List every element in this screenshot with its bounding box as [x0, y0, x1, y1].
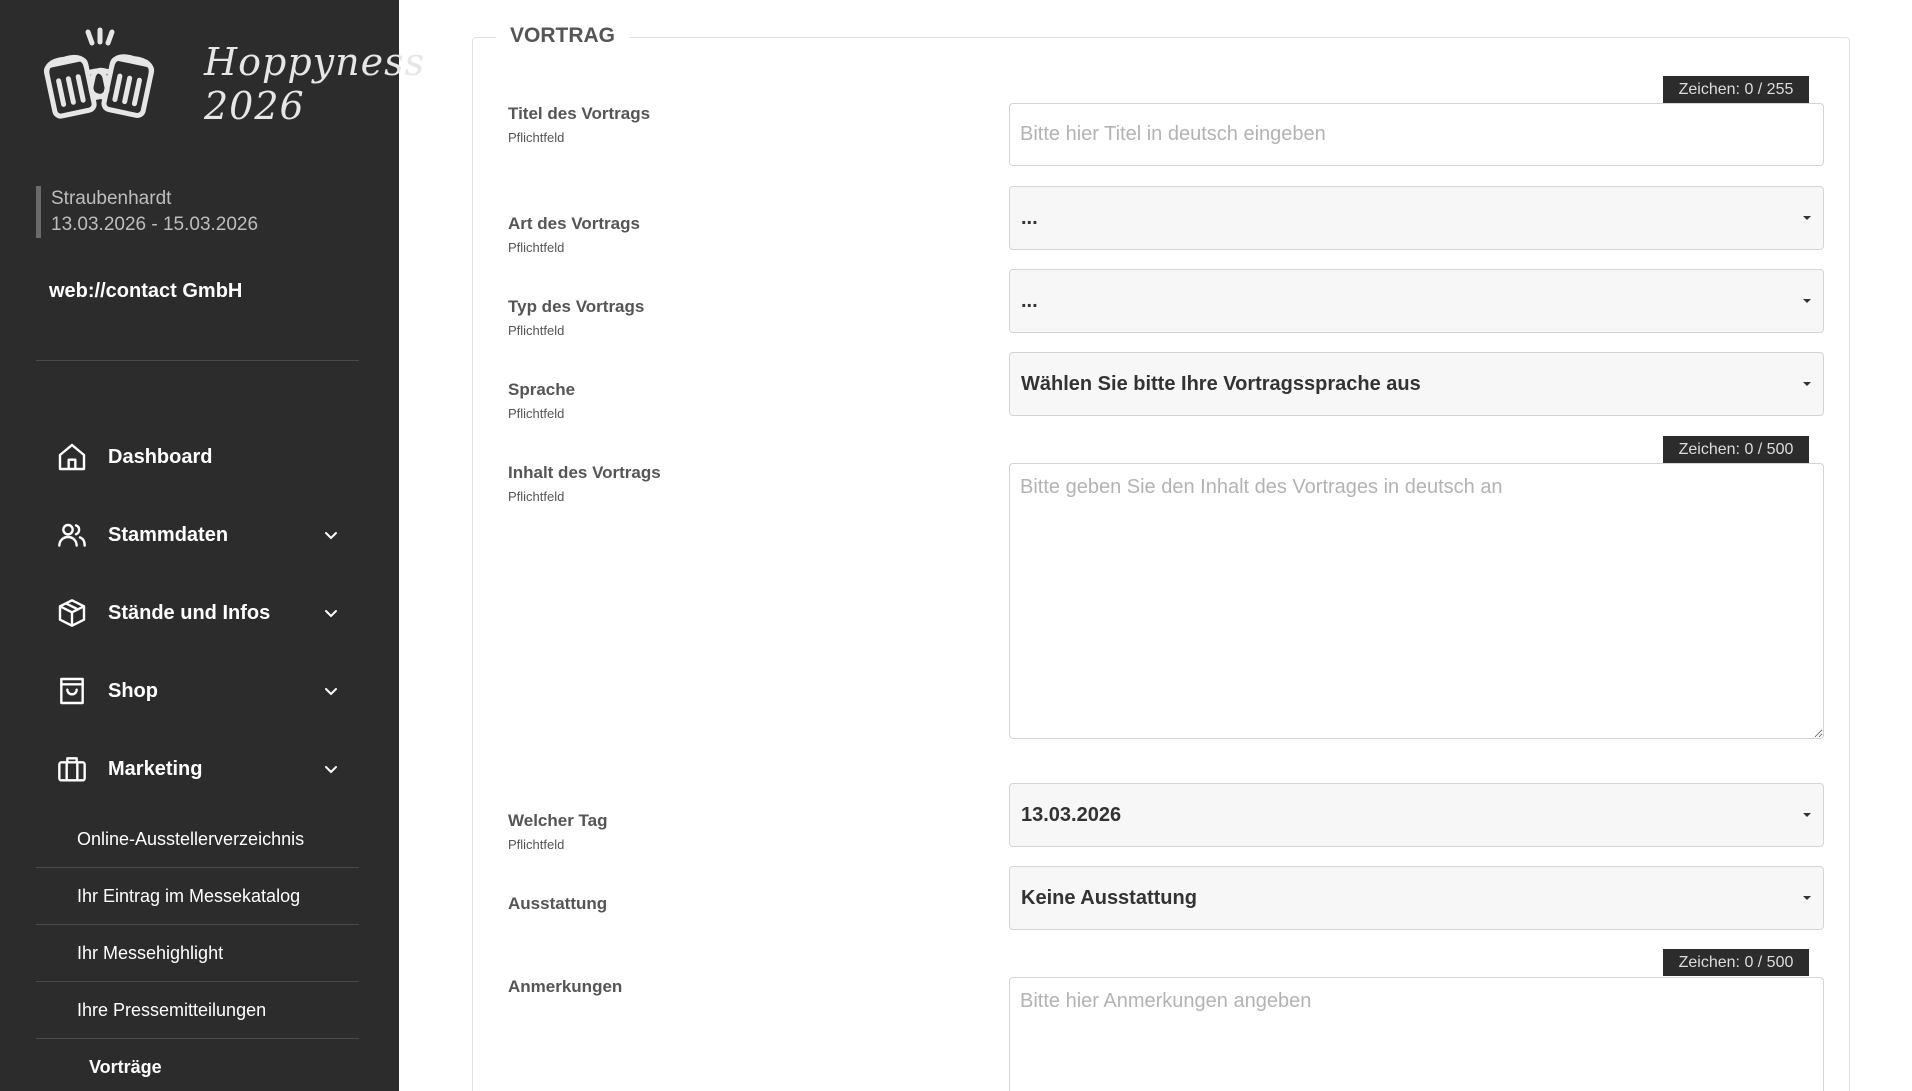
nav-label: Shop [108, 679, 158, 702]
sprache-select-value: Wählen Sie bitte Ihre Vortragssprache au… [1021, 372, 1421, 395]
nav-label: Stammdaten [108, 523, 229, 546]
ausstattung-select[interactable]: Keine Ausstattung [1009, 866, 1824, 930]
box-icon [54, 595, 90, 631]
users-icon [54, 517, 90, 553]
title-label: Titel des Vortrags [508, 104, 651, 123]
beer-mugs-icon [43, 27, 155, 119]
event-city: Straubenhardt [51, 188, 172, 209]
logo-text-line2: 2026 [204, 84, 305, 128]
art-select-value: ... [1021, 206, 1038, 229]
ausstattung-label: Ausstattung [508, 894, 608, 913]
chevron-down-icon [325, 688, 337, 696]
caret-down-icon [1803, 896, 1811, 900]
company-name: web://contact GmbH [49, 280, 243, 302]
app-logo[interactable]: Hoppyness 2026 [38, 26, 424, 128]
caret-down-icon [1803, 813, 1811, 817]
sub-item-vortraege[interactable]: Vorträge [36, 1040, 359, 1091]
required-hint: Pflichtfeld [508, 406, 565, 421]
caret-down-icon [1803, 382, 1811, 386]
caret-down-icon [1803, 216, 1811, 220]
art-label: Art des Vortrags [508, 214, 640, 233]
sub-item-label: Ihr Eintrag im Messekatalog [77, 886, 301, 906]
nav-label: Dashboard [108, 445, 213, 468]
tag-select[interactable]: 13.03.2026 [1009, 783, 1824, 847]
sub-item-label: Vorträge [89, 1057, 162, 1077]
title-input[interactable] [1009, 103, 1824, 166]
inhalt-label: Inhalt des Vortrags [508, 463, 661, 482]
chevron-down-icon [325, 532, 337, 540]
nav-label: Stände und Infos [108, 601, 271, 624]
art-select[interactable]: ... [1009, 186, 1824, 250]
nav-item-stammdaten[interactable]: Stammdaten [36, 510, 359, 560]
sidebar-divider [36, 360, 359, 361]
typ-select[interactable]: ... [1009, 269, 1824, 333]
sub-item-label: Online-Ausstellerverzeichnis [77, 829, 305, 849]
anmerkungen-label: Anmerkungen [508, 977, 623, 996]
nav-item-marketing[interactable]: Marketing [36, 744, 359, 794]
logo-text: Hoppyness 2026 [204, 40, 425, 128]
sub-item-pressemitteilungen[interactable]: Ihre Pressemitteilungen [36, 983, 359, 1039]
sprache-label: Sprache [508, 380, 576, 399]
typ-label: Typ des Vortrags [508, 297, 645, 316]
sidebar: Hoppyness 2026 Straubenhardt 13.03.2026 … [0, 0, 424, 1091]
anmerkungen-char-counter: Zeichen: 0 / 500 [1663, 949, 1809, 976]
typ-select-value: ... [1021, 289, 1038, 312]
inhalt-textarea[interactable] [1009, 463, 1824, 739]
briefcase-icon [54, 751, 90, 787]
sub-item-messehighlight[interactable]: Ihr Messehighlight [36, 926, 359, 982]
sub-item-label: Ihre Pressemitteilungen [77, 1000, 267, 1020]
sub-item-label: Ihr Messehighlight [77, 943, 224, 963]
required-hint: Pflichtfeld [508, 240, 565, 255]
nav-item-dashboard[interactable]: Dashboard [36, 432, 359, 482]
nav-label: Marketing [108, 757, 203, 780]
required-hint: Pflichtfeld [508, 837, 565, 852]
caret-down-icon [1803, 299, 1811, 303]
tag-label: Welcher Tag [508, 811, 608, 830]
anmerkungen-textarea[interactable] [1009, 977, 1824, 1091]
nav-item-staende[interactable]: Stände und Infos [36, 588, 359, 638]
fieldset-legend: VORTRAG [496, 24, 629, 48]
ausstattung-select-value: Keine Ausstattung [1021, 886, 1197, 909]
home-icon [54, 439, 90, 475]
required-hint: Pflichtfeld [508, 323, 565, 338]
chevron-down-icon [325, 766, 337, 774]
chevron-down-icon [325, 610, 337, 618]
event-dates: 13.03.2026 - 15.03.2026 [51, 214, 259, 235]
tag-select-value: 13.03.2026 [1021, 803, 1122, 826]
nav-item-shop[interactable]: Shop [36, 666, 359, 716]
sub-item-online-ausstellerverzeichnis[interactable]: Online-Ausstellerverzeichnis [36, 812, 359, 868]
title-char-counter: Zeichen: 0 / 255 [1663, 76, 1809, 103]
inhalt-char-counter: Zeichen: 0 / 500 [1663, 436, 1809, 463]
logo-text-line1: Hoppyness [204, 40, 426, 84]
sprache-select[interactable]: Wählen Sie bitte Ihre Vortragssprache au… [1009, 352, 1824, 416]
event-info: Straubenhardt 13.03.2026 - 15.03.2026 [36, 186, 258, 238]
sub-item-messekatalog[interactable]: Ihr Eintrag im Messekatalog [36, 869, 359, 925]
shopping-bag-icon [54, 673, 90, 709]
required-hint: Pflichtfeld [508, 489, 565, 504]
required-hint: Pflichtfeld [508, 130, 565, 145]
